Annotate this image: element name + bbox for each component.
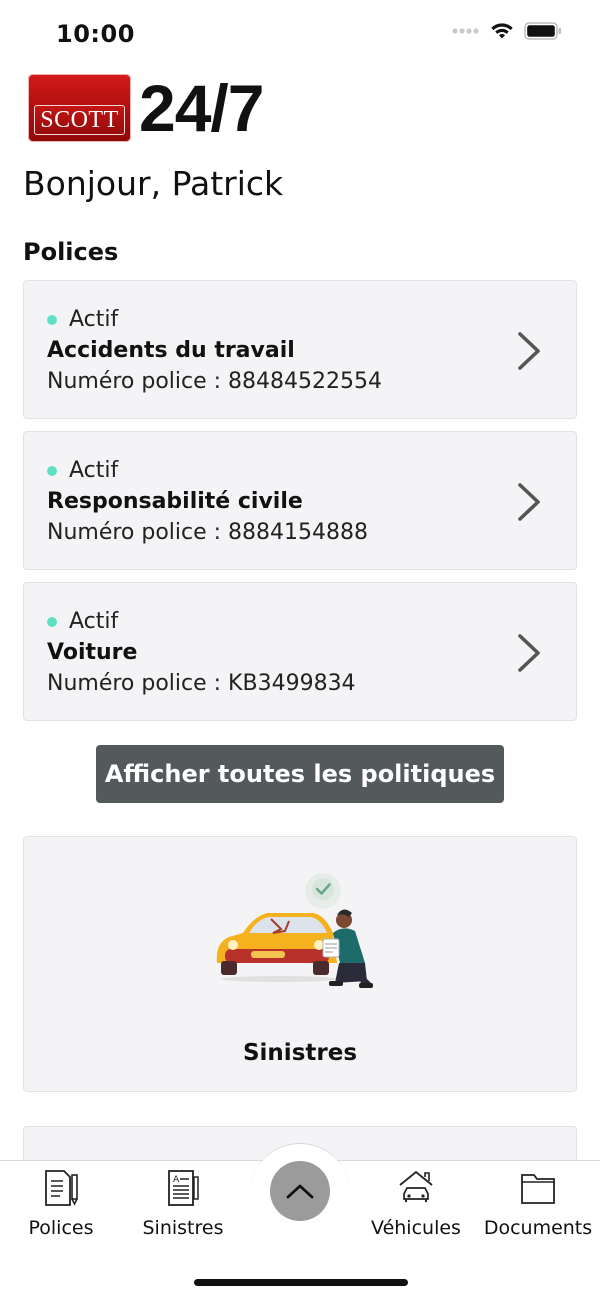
tab-polices[interactable]: Polices [1, 1169, 121, 1239]
tab-label: Véhicules [371, 1217, 461, 1239]
chevron-up-icon [286, 1184, 314, 1199]
status-time: 10:00 [56, 20, 135, 48]
status-dot-icon [47, 314, 57, 325]
policy-status: Actif [47, 609, 118, 634]
tab-vehicules[interactable]: Véhicules [356, 1169, 476, 1239]
status-icons [452, 22, 562, 40]
app-header: SCOTT 24/7 [28, 71, 264, 145]
expand-menu-button[interactable] [270, 1161, 330, 1221]
policy-card[interactable]: Actif Voiture Numéro police : KB3499834 [23, 582, 577, 721]
policy-status-label: Actif [69, 458, 119, 483]
policy-number: Numéro police : 8884154888 [47, 520, 369, 545]
chevron-right-icon[interactable] [516, 331, 542, 371]
car-garage-icon [399, 1170, 433, 1202]
policy-name: Accidents du travail [47, 338, 295, 363]
brand-logo: SCOTT [28, 74, 131, 142]
brand-logo-text: SCOTT [40, 106, 119, 133]
policy-status: Actif [47, 458, 118, 483]
tab-label: Documents [483, 1217, 593, 1239]
show-all-policies-button[interactable]: Afficher toutes les politiques [96, 745, 504, 803]
claims-card[interactable]: Sinistres [23, 836, 577, 1092]
policy-number: Numéro police : KB3499834 [47, 671, 356, 696]
greeting: Bonjour, Patrick [23, 164, 284, 203]
status-bar: 10:00 [0, 0, 600, 70]
folder-icon [521, 1174, 555, 1204]
tab-sinistres[interactable]: A Sinistres [123, 1169, 243, 1239]
chevron-right-icon[interactable] [516, 482, 542, 522]
status-dot-icon [47, 465, 57, 476]
policy-status-label: Actif [69, 609, 119, 634]
policy-name: Voiture [47, 640, 138, 665]
policy-status: Actif [47, 307, 118, 332]
wifi-icon [491, 23, 513, 39]
cellular-dots-icon [452, 28, 479, 34]
policy-name: Responsabilité civile [47, 489, 303, 514]
brand-tagline: 24/7 [139, 71, 264, 145]
tab-label: Sinistres [142, 1217, 224, 1239]
policy-document-icon [45, 1170, 78, 1206]
tab-documents[interactable]: Documents [478, 1169, 598, 1239]
bottom-tab-bar: Polices A Sinistres Véhicules Documents [0, 1143, 600, 1298]
car-damage-inspection-illustration [216, 873, 373, 988]
status-dot-icon [47, 616, 57, 627]
chevron-right-icon[interactable] [516, 633, 542, 673]
home-indicator[interactable] [194, 1279, 408, 1286]
policy-status-label: Actif [69, 307, 119, 332]
tab-label: Polices [28, 1217, 94, 1239]
policy-card[interactable]: Actif Accidents du travail Numéro police… [23, 280, 577, 419]
claim-form-icon: A [168, 1170, 199, 1206]
svg-text:A: A [173, 1175, 180, 1185]
battery-icon [524, 22, 561, 40]
policy-card[interactable]: Actif Responsabilité civile Numéro polic… [23, 431, 577, 570]
policies-section-title: Polices [23, 238, 119, 266]
policy-number: Numéro police : 88484522554 [47, 369, 383, 394]
claims-card-title: Sinistres [242, 1040, 358, 1066]
